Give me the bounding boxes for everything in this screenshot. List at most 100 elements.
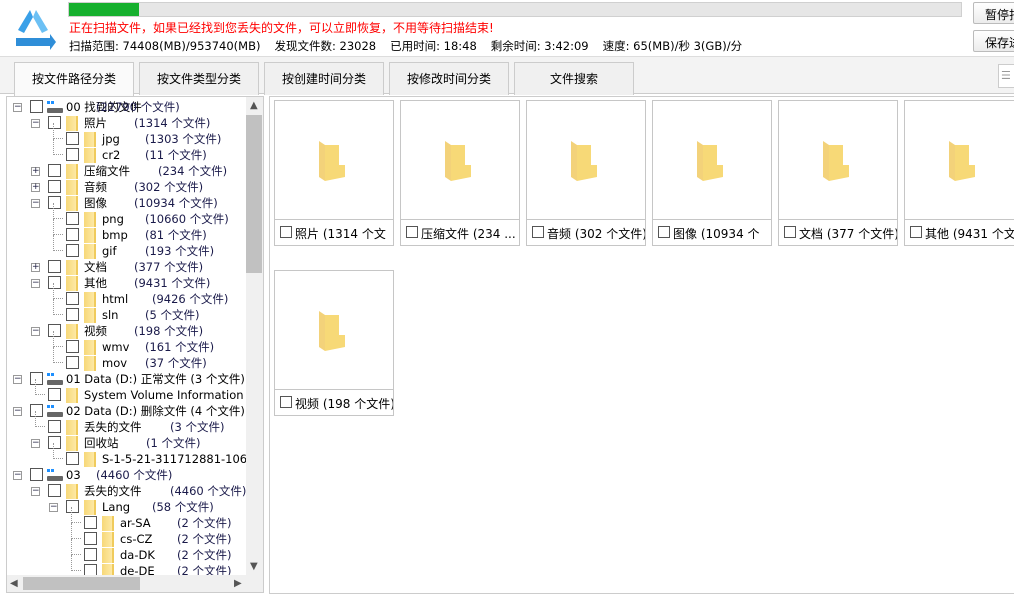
tree-checkbox[interactable]: [66, 356, 79, 369]
tree-connector: [53, 443, 63, 459]
tree-checkbox[interactable]: [30, 100, 43, 113]
folder-tile[interactable]: 其他 (9431 个文: [904, 100, 1014, 246]
tree-node[interactable]: − 图像 (10934 个文件): [7, 195, 247, 211]
tile-checkbox[interactable]: [532, 226, 544, 238]
folder-tile[interactable]: 照片 (1314 个文: [274, 100, 394, 246]
tree-vertical-scroll-thumb[interactable]: [246, 115, 262, 273]
scroll-left-icon[interactable]: ◀: [10, 578, 18, 589]
scroll-up-icon[interactable]: ▲: [250, 100, 258, 111]
collapse-icon[interactable]: −: [31, 199, 40, 208]
tab-by-type[interactable]: 按文件类型分类: [139, 62, 259, 95]
tree-node[interactable]: System Volume Information(3 个文件): [7, 379, 263, 403]
tree-checkbox[interactable]: [48, 484, 61, 497]
tree-node[interactable]: + 音频 (302 个文件): [7, 179, 247, 195]
tree-node[interactable]: wmv (161 个文件): [7, 331, 247, 355]
tree-node[interactable]: + 压缩文件 (234 个文件): [7, 163, 247, 179]
tab-by-modified-time[interactable]: 按修改时间分类: [389, 62, 509, 95]
scroll-right-icon[interactable]: ▶: [234, 578, 242, 589]
tree-node[interactable]: − 其他 (9431 个文件): [7, 275, 247, 291]
drive-icon: [47, 469, 63, 481]
tree-checkbox[interactable]: [48, 180, 61, 193]
collapse-icon[interactable]: −: [31, 119, 40, 128]
folder-tile[interactable]: 图像 (10934 个: [652, 100, 772, 246]
tree-checkbox[interactable]: [66, 148, 79, 161]
tree-node[interactable]: ar-SA (2 个文件): [7, 507, 247, 531]
tree-checkbox[interactable]: [84, 548, 97, 561]
tree-node[interactable]: gif (193 个文件): [7, 235, 247, 259]
expand-icon[interactable]: +: [31, 263, 40, 272]
tree-node[interactable]: −00 找到的文件 (22790 个文件): [7, 99, 247, 115]
tree-node-count: (22790 个文件): [96, 100, 180, 114]
tree-connector: [35, 379, 45, 395]
expand-icon[interactable]: +: [31, 167, 40, 176]
scroll-down-icon[interactable]: ▼: [250, 561, 258, 572]
tree-node[interactable]: + 文档 (377 个文件): [7, 259, 247, 275]
tree-node[interactable]: − 视频 (198 个文件): [7, 323, 247, 339]
tree-checkbox[interactable]: [48, 164, 61, 177]
tile-checkbox[interactable]: [910, 226, 922, 238]
tile-count: (198 个文件): [322, 397, 393, 411]
tree-checkbox[interactable]: [66, 132, 79, 145]
tab-file-search[interactable]: 文件搜索: [514, 62, 634, 95]
tree-checkbox[interactable]: [66, 212, 79, 225]
view-mode-list-icon[interactable]: ☰: [998, 64, 1014, 88]
collapse-icon[interactable]: −: [13, 103, 22, 112]
folder-icon: [66, 484, 78, 499]
tile-checkbox[interactable]: [280, 226, 292, 238]
tree-node[interactable]: − 照片 (1314 个文件): [7, 115, 247, 131]
tree-node[interactable]: − 回收站 (1 个文件): [7, 435, 247, 451]
collapse-icon[interactable]: −: [31, 327, 40, 336]
tile-checkbox[interactable]: [784, 226, 796, 238]
tree-node[interactable]: cs-CZ (2 个文件): [7, 523, 247, 547]
tree-node[interactable]: sln (5 个文件): [7, 299, 247, 323]
tree-node[interactable]: png (10660 个文件): [7, 203, 247, 227]
tree-node[interactable]: S-1-5-21-311712881-1062246: [7, 443, 263, 467]
tab-by-created-time[interactable]: 按创建时间分类: [264, 62, 384, 95]
folder-tile[interactable]: 文档 (377 个文件): [778, 100, 898, 246]
collapse-icon[interactable]: −: [31, 279, 40, 288]
tile-checkbox[interactable]: [658, 226, 670, 238]
folder-tile[interactable]: 视频 (198 个文件): [274, 270, 394, 416]
tree-checkbox[interactable]: [48, 420, 61, 433]
tree-node[interactable]: − 丢失的文件 (4460 个文件): [7, 483, 247, 499]
tree-node[interactable]: bmp (81 个文件): [7, 219, 247, 243]
tile-checkbox[interactable]: [406, 226, 418, 238]
collapse-icon[interactable]: −: [13, 471, 22, 480]
tree-checkbox[interactable]: [66, 244, 79, 257]
tree-node[interactable]: da-DK (2 个文件): [7, 539, 247, 563]
tree-checkbox[interactable]: [30, 468, 43, 481]
tree-checkbox[interactable]: [66, 228, 79, 241]
tree-node[interactable]: − Lang (58 个文件): [7, 499, 247, 515]
tree-checkbox[interactable]: [66, 292, 79, 305]
save-progress-button[interactable]: 保存进度: [973, 30, 1014, 52]
files-found: 发现文件数: 23028: [274, 39, 377, 53]
tree-checkbox[interactable]: [48, 388, 61, 401]
tree-horizontal-scroll-thumb[interactable]: [23, 577, 140, 590]
expand-icon[interactable]: +: [31, 183, 40, 192]
tree-checkbox[interactable]: [48, 260, 61, 273]
tab-by-path[interactable]: 按文件路径分类: [14, 62, 134, 96]
collapse-icon[interactable]: −: [49, 503, 58, 512]
tree-node[interactable]: − 03 (4460 个文件): [7, 467, 247, 483]
collapse-icon[interactable]: −: [31, 487, 40, 496]
collapse-icon[interactable]: −: [13, 375, 22, 384]
collapse-icon[interactable]: −: [13, 407, 22, 416]
tree-node[interactable]: jpg (1303 个文件): [7, 123, 247, 147]
tree-checkbox[interactable]: [84, 516, 97, 529]
tree-node[interactable]: mov (37 个文件): [7, 347, 247, 371]
tree-node[interactable]: html (9426 个文件): [7, 283, 247, 307]
tree-node[interactable]: cr2 (11 个文件): [7, 139, 247, 163]
folder-tile[interactable]: 压缩文件 (234 ...: [400, 100, 520, 246]
tree-checkbox[interactable]: [66, 308, 79, 321]
tree-checkbox[interactable]: [66, 340, 79, 353]
tree-checkbox[interactable]: [84, 532, 97, 545]
collapse-icon[interactable]: −: [31, 439, 40, 448]
folder-icon: [84, 308, 96, 323]
tree-checkbox[interactable]: [66, 452, 79, 465]
tile-checkbox[interactable]: [280, 396, 292, 408]
pause-scan-button[interactable]: 暂停扫描: [973, 2, 1014, 24]
tree-connector: [53, 347, 63, 363]
tree-node[interactable]: 丢失的文件 (3 个文件): [7, 411, 247, 435]
folder-tile[interactable]: 音频 (302 个文件): [526, 100, 646, 246]
tree-node-count: (302 个文件): [134, 180, 204, 194]
